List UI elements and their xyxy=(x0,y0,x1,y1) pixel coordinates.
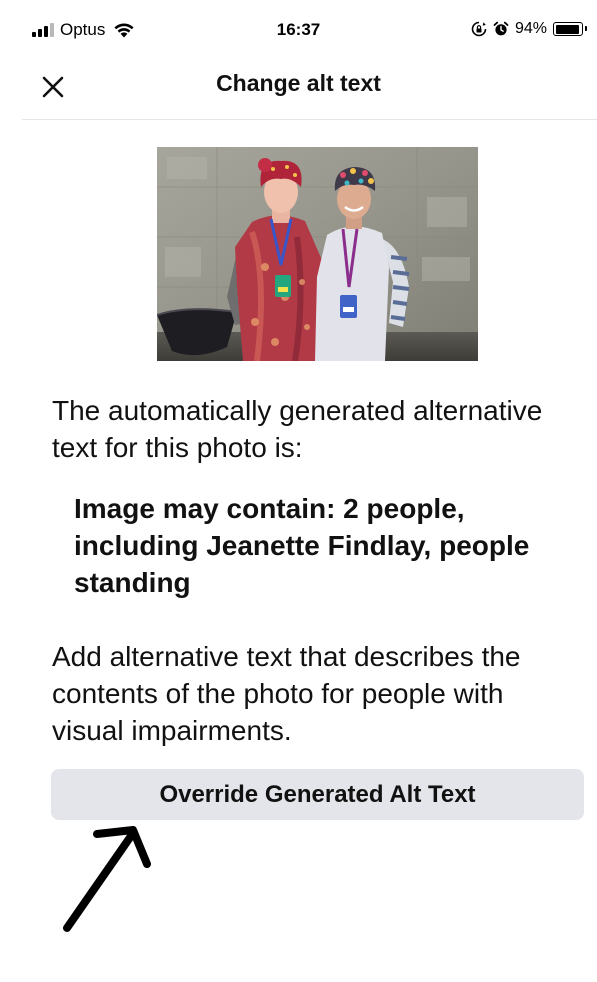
instructions-text: Add alternative text that describes the … xyxy=(52,641,521,746)
nav-bar: Change alt text xyxy=(0,62,597,120)
alarm-icon xyxy=(493,21,509,36)
screen-lock-icon xyxy=(471,21,487,37)
status-bar: Optus 16:37 94% xyxy=(0,0,597,62)
photo-preview xyxy=(157,147,478,361)
status-right: 94% xyxy=(471,20,587,38)
override-alt-text-button[interactable]: Override Generated Alt Text xyxy=(51,769,584,820)
arrow-annotation-icon xyxy=(63,826,151,932)
generated-alt-text: Image may contain: 2 people, including J… xyxy=(74,493,530,598)
intro-text: The automatically generated alternative … xyxy=(52,395,543,463)
battery-fill xyxy=(555,24,579,34)
battery-icon xyxy=(553,22,587,36)
header-divider xyxy=(22,119,597,120)
battery-cap xyxy=(584,26,587,31)
page-title: Change alt text xyxy=(216,70,381,96)
battery-percent: 94% xyxy=(514,20,547,37)
photo-image xyxy=(157,147,478,361)
